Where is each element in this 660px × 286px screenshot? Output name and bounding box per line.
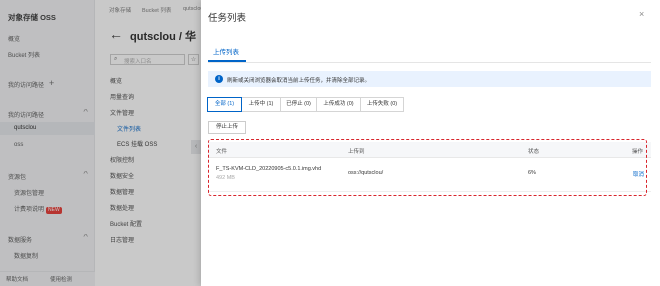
close-icon[interactable]: × [639, 9, 644, 19]
notice-banner: i 刷新或关闭浏览器会取消当前上传任务，并清除全部记录。 [208, 71, 651, 87]
filter-stopped[interactable]: 已停止 (0) [280, 97, 317, 112]
tab-upload-list[interactable]: 上传列表 [213, 46, 239, 56]
filter-uploading[interactable]: 上传中 (1) [241, 97, 281, 112]
filter-success[interactable]: 上传成功 (0) [316, 97, 361, 112]
highlight-box [208, 139, 647, 196]
drawer-title: 任务列表 [208, 13, 247, 24]
notice-text: 刷新或关闭浏览器会取消当前上传任务，并清除全部记录。 [227, 78, 371, 84]
status-filter-tabs: 全部 (1) 上传中 (1) 已停止 (0) 上传成功 (0) 上传失败 (0) [207, 97, 404, 112]
info-icon: i [215, 75, 223, 83]
filter-failed[interactable]: 上传失败 (0) [360, 97, 404, 112]
tabs-divider [208, 62, 651, 63]
stop-upload-button[interactable]: 停止上传 [208, 121, 246, 134]
filter-all[interactable]: 全部 (1) [207, 97, 242, 112]
